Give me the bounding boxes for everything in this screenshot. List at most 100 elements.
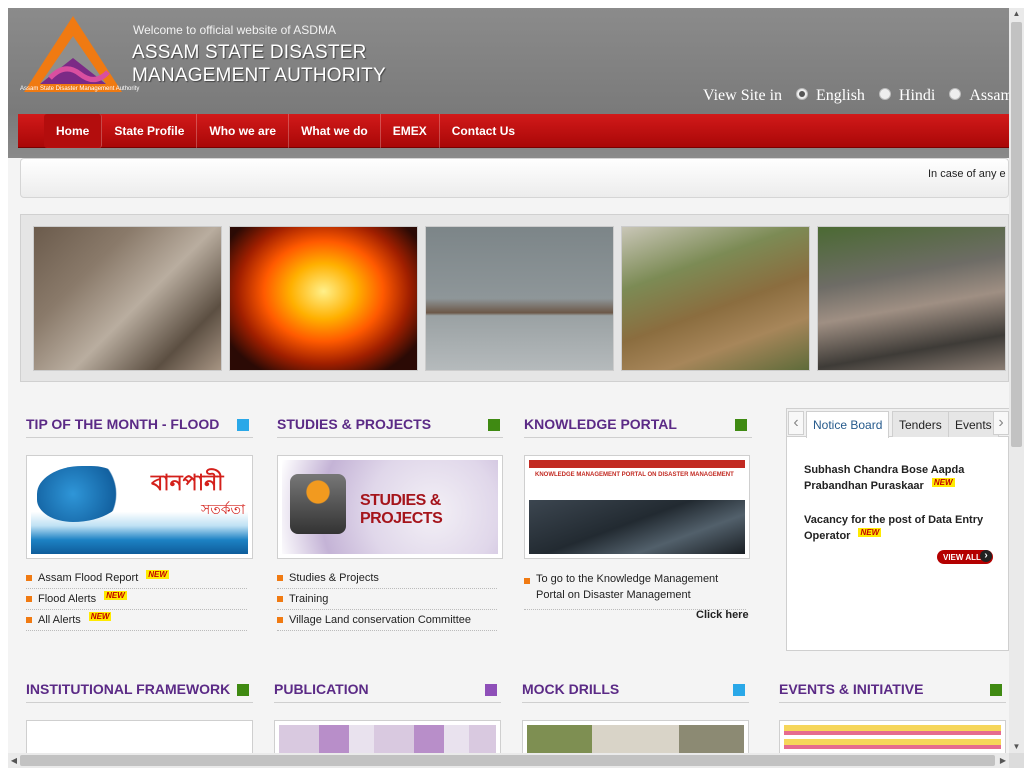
- knowledge-square-icon: [735, 419, 747, 431]
- satarkata-text: সতৰ্কতা: [201, 502, 246, 518]
- vertical-scroll-thumb[interactable]: [1011, 22, 1022, 447]
- language-option-hindi[interactable]: Hindi: [899, 87, 935, 105]
- publication-square-icon: [485, 684, 497, 696]
- portal-heading: KNOWLEDGE MANAGEMENT PORTAL ON DISASTER …: [535, 472, 734, 478]
- nav-home[interactable]: Home: [44, 113, 103, 148]
- list-item[interactable]: All Alerts NEW: [26, 610, 247, 631]
- site-title-line2: MANAGEMENT AUTHORITY: [132, 65, 386, 86]
- tip-thumbnail[interactable]: বানপানী সতৰ্কতা: [26, 455, 253, 559]
- storm-image: [529, 500, 745, 554]
- scroll-left-icon[interactable]: ◀: [8, 753, 20, 768]
- institutional-divider: [26, 702, 253, 703]
- tab-tenders[interactable]: Tenders: [892, 411, 949, 437]
- slide-photo-flood[interactable]: [425, 226, 614, 371]
- tip-divider: [26, 437, 253, 438]
- tip-square-icon: [237, 419, 249, 431]
- main-nav: Home State Profile Who we are What we do…: [18, 113, 1009, 148]
- nav-what-we-do[interactable]: What we do: [289, 113, 381, 148]
- language-label: View Site in: [703, 87, 783, 104]
- welcome-text: Welcome to official website of ASDMA: [133, 23, 336, 37]
- studies-title[interactable]: STUDIES & PROJECTS: [277, 416, 431, 432]
- list-item[interactable]: Training: [277, 589, 497, 610]
- events-thumbnail[interactable]: [779, 720, 1006, 753]
- studies-divider: [277, 437, 503, 438]
- scroll-down-icon[interactable]: ▼: [1009, 741, 1024, 753]
- institutional-image: [31, 725, 248, 753]
- nav-emex[interactable]: EMEX: [381, 113, 440, 148]
- vertical-scrollbar[interactable]: ▲ ▼: [1009, 8, 1024, 753]
- events-divider: [779, 702, 1006, 703]
- list-item[interactable]: Studies & Projects: [277, 568, 497, 589]
- events-title[interactable]: EVENTS & INITIATIVE: [779, 681, 923, 697]
- language-option-assamese[interactable]: Assamese: [969, 87, 1009, 105]
- page-frame: Assam State Disaster Management Authorit…: [8, 8, 1009, 753]
- institutional-title[interactable]: INSTITUTIONAL FRAMEWORK: [26, 681, 230, 697]
- mock-drills-title[interactable]: MOCK DRILLS: [522, 681, 619, 697]
- nav-state-profile[interactable]: State Profile: [102, 113, 198, 148]
- nav-who-we-are[interactable]: Who we are: [197, 113, 290, 148]
- mock-drills-square-icon: [733, 684, 745, 696]
- new-badge: NEW: [858, 528, 882, 537]
- events-square-icon: [990, 684, 1002, 696]
- new-badge: NEW: [931, 478, 955, 487]
- new-badge: NEW: [104, 590, 127, 600]
- publication-thumbnail[interactable]: [274, 720, 501, 753]
- logo-caption: Assam State Disaster Management Authorit…: [20, 86, 140, 92]
- horizontal-scrollbar[interactable]: ◀ ▶: [8, 753, 1009, 768]
- portal-topbar: [529, 460, 745, 468]
- click-here-link[interactable]: Click here: [696, 609, 749, 621]
- notice-tabs: ‹ Notice Board Tenders Events ›: [787, 409, 1009, 438]
- list-item[interactable]: Flood Alerts NEW: [26, 589, 247, 610]
- slide-photo-fire[interactable]: [229, 226, 418, 371]
- slide-photo-storm[interactable]: [817, 226, 1006, 371]
- list-item[interactable]: Village Land conservation Committee: [277, 610, 497, 631]
- ticker-text[interactable]: In case of any e: [928, 168, 1006, 180]
- language-option-english[interactable]: English: [816, 87, 865, 105]
- reading-figure-icon: [290, 474, 346, 534]
- nav-contact-us[interactable]: Contact Us: [440, 114, 527, 148]
- new-badge: NEW: [146, 569, 169, 579]
- radio-hindi[interactable]: [878, 88, 891, 100]
- events-image: [784, 725, 1001, 753]
- knowledge-title[interactable]: KNOWLEDGE PORTAL: [524, 416, 677, 432]
- scroll-up-icon[interactable]: ▲: [1009, 8, 1024, 20]
- scrollbar-corner: [1009, 753, 1024, 768]
- language-selector: View Site in English Hindi Assamese: [703, 87, 1009, 105]
- notice-board-panel: ‹ Notice Board Tenders Events › Subhash …: [786, 408, 1009, 651]
- flood-banner-image: বানপানী সতৰ্কতা: [31, 460, 248, 554]
- list-item[interactable]: Assam Flood Report NEW: [26, 568, 247, 589]
- publication-image: [279, 725, 496, 753]
- view-all-button[interactable]: VIEW ALL: [937, 550, 993, 564]
- knowledge-divider: [524, 437, 752, 438]
- mock-drills-divider: [522, 702, 749, 703]
- water-splash-icon: [37, 466, 127, 522]
- slide-photo-landslide[interactable]: [621, 226, 810, 371]
- tab-events[interactable]: Events: [948, 411, 999, 437]
- radio-assamese[interactable]: [949, 88, 962, 100]
- tip-list: Assam Flood Report NEW Flood Alerts NEW Al…: [26, 568, 247, 631]
- mock-drills-thumbnail[interactable]: [522, 720, 749, 753]
- studies-banner-text: STUDIES & PROJECTS: [360, 492, 443, 527]
- tab-notice-board[interactable]: Notice Board: [806, 411, 890, 438]
- tip-title[interactable]: TIP OF THE MONTH - FLOOD: [26, 416, 219, 432]
- horizontal-scroll-thumb[interactable]: [20, 755, 995, 766]
- mock-drills-image: [527, 725, 744, 753]
- publication-title[interactable]: PUBLICATION: [274, 681, 369, 697]
- notice-item[interactable]: Vacancy for the post of Data Entry Opera…: [804, 512, 994, 544]
- photo-slider: [20, 214, 1009, 382]
- news-ticker: In case of any e: [20, 158, 1009, 198]
- notice-item[interactable]: Subhash Chandra Bose Aapda Prabandhan Pu…: [804, 462, 994, 494]
- institutional-thumbnail[interactable]: [26, 720, 253, 753]
- chevron-left-icon[interactable]: ‹: [788, 411, 804, 435]
- knowledge-list: To go to the Knowledge Management Portal…: [524, 571, 746, 610]
- scroll-right-icon[interactable]: ▶: [997, 753, 1009, 768]
- chevron-right-icon[interactable]: ›: [993, 411, 1009, 435]
- studies-list: Studies & Projects Training Village Land…: [277, 568, 497, 631]
- knowledge-thumbnail[interactable]: KNOWLEDGE MANAGEMENT PORTAL ON DISASTER …: [524, 455, 750, 559]
- new-badge: NEW: [88, 611, 112, 621]
- knowledge-portal-screenshot: KNOWLEDGE MANAGEMENT PORTAL ON DISASTER …: [529, 460, 745, 554]
- radio-english[interactable]: [796, 88, 809, 100]
- list-item: To go to the Knowledge Management Portal…: [524, 571, 746, 610]
- studies-thumbnail[interactable]: STUDIES & PROJECTS: [277, 455, 503, 559]
- slide-photo-earthquake[interactable]: [33, 226, 222, 371]
